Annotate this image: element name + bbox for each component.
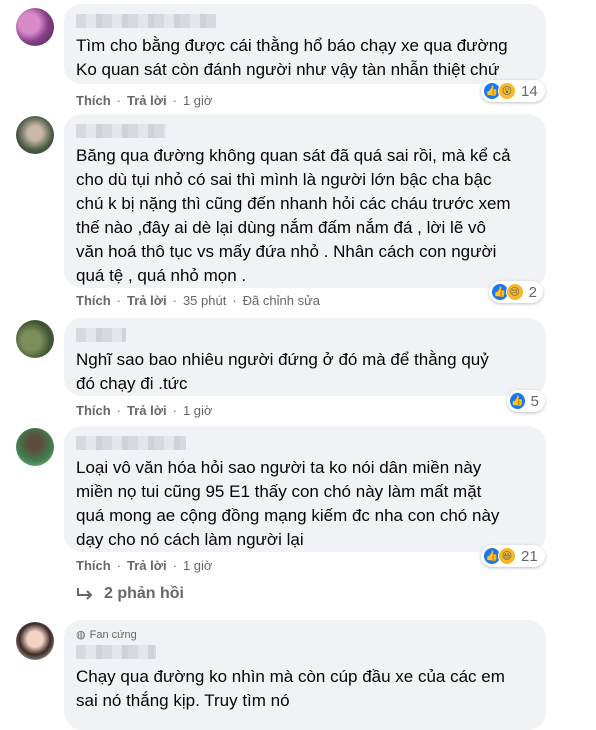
reaction-count: 2: [528, 283, 537, 301]
author-name-blurred[interactable]: [76, 328, 126, 342]
reply-button[interactable]: Trả lời: [127, 403, 167, 418]
view-replies-button[interactable]: 2 phản hồi: [76, 585, 184, 603]
author-name-blurred[interactable]: [76, 14, 216, 28]
replies-count-label: 2 phản hồi: [104, 585, 184, 602]
reaction-count: 14: [521, 82, 538, 100]
fan-badge-icon: ◍: [76, 629, 86, 641]
comment-text: Tìm cho bằng được cái thằng hổ báo chạy …: [76, 36, 508, 79]
reaction-count: 21: [521, 547, 538, 565]
comment-bubble: Tìm cho bằng được cái thằng hổ báo chạy …: [64, 4, 546, 84]
timestamp[interactable]: 1 giờ: [183, 558, 213, 573]
comment-text: Loại vô văn hóa hỏi sao người ta ko nói …: [76, 458, 500, 549]
comment-actions: Thích · Trả lời · 1 giờ: [76, 93, 213, 108]
like-button[interactable]: Thích: [76, 558, 111, 573]
timestamp[interactable]: 1 giờ: [183, 93, 213, 108]
reply-button[interactable]: Trả lời: [127, 293, 167, 308]
reaction-summary[interactable]: 👍 😆 21: [481, 545, 545, 567]
comment-actions: Thích · Trả lời · 1 giờ: [76, 403, 213, 418]
avatar[interactable]: [16, 428, 54, 466]
reply-button[interactable]: Trả lời: [127, 93, 167, 108]
author-name-blurred[interactable]: [76, 436, 186, 450]
comment-bubble: ◍ Fan cứng Chạy qua đường ko nhìn mà còn…: [64, 620, 546, 730]
comment-actions: Thích · Trả lời · 1 giờ: [76, 558, 213, 573]
comment-actions: Thích · Trả lời · 35 phút · Đã chỉnh sửa: [76, 293, 321, 308]
comment-bubble: Nghĩ sao bao nhiêu người đứng ở đó mà để…: [64, 318, 546, 396]
comment-text: Băng qua đường không quan sát đã quá sai…: [76, 146, 511, 285]
avatar[interactable]: [16, 320, 54, 358]
timestamp[interactable]: 35 phút: [183, 293, 226, 308]
avatar[interactable]: [16, 622, 54, 660]
avatar[interactable]: [16, 116, 54, 154]
reply-button[interactable]: Trả lời: [127, 558, 167, 573]
like-button[interactable]: Thích: [76, 293, 111, 308]
comment-bubble: Loại vô văn hóa hỏi sao người ta ko nói …: [64, 426, 546, 552]
reaction-summary[interactable]: 👍 5: [507, 390, 545, 412]
comment-bubble: Băng qua đường không quan sát đã quá sai…: [64, 114, 546, 288]
wow-icon: 😮: [498, 82, 516, 100]
haha-icon: 😆: [498, 547, 516, 565]
reply-arrow-icon: [77, 588, 93, 600]
timestamp[interactable]: 1 giờ: [183, 403, 213, 418]
fan-badge: ◍ Fan cứng: [76, 628, 137, 642]
author-name-blurred[interactable]: [76, 645, 156, 659]
comment-text: Chạy qua đường ko nhìn mà còn cúp đầu xe…: [76, 667, 505, 710]
author-name-blurred[interactable]: [76, 124, 166, 138]
reaction-summary[interactable]: 👍 😢 2: [489, 281, 543, 303]
reaction-summary[interactable]: 👍 😮 14: [481, 80, 545, 102]
like-button[interactable]: Thích: [76, 93, 111, 108]
like-button[interactable]: Thích: [76, 403, 111, 418]
reaction-count: 5: [530, 392, 539, 410]
comment-text: Nghĩ sao bao nhiêu người đứng ở đó mà để…: [76, 350, 489, 393]
sad-icon: 😢: [505, 283, 524, 301]
edited-label: Đã chỉnh sửa: [242, 293, 321, 308]
like-icon: 👍: [509, 392, 526, 410]
avatar[interactable]: [16, 8, 54, 46]
